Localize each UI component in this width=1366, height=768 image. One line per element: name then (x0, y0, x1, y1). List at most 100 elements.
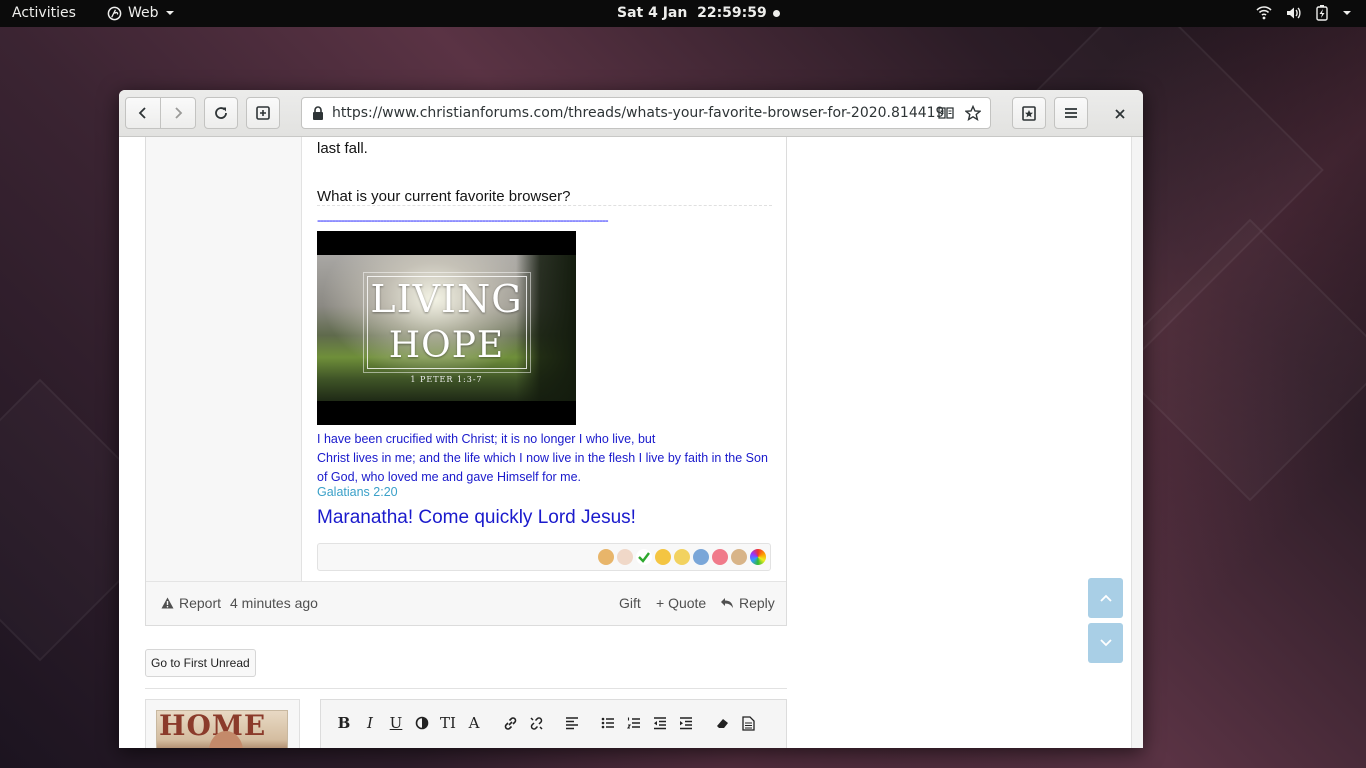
reply-icon (721, 598, 733, 608)
browser-window: https://www.christianforums.com/threads/… (119, 90, 1143, 748)
reload-button[interactable] (204, 97, 238, 129)
back-button[interactable] (125, 97, 161, 129)
reactions-bar (317, 543, 771, 571)
quote-link[interactable]: + Quote (656, 595, 706, 611)
unlink-icon (529, 716, 543, 730)
notification-dot-icon (772, 9, 780, 17)
numbered-list-button[interactable] (621, 710, 647, 736)
reply-label: Reply (739, 595, 775, 611)
indent-button[interactable] (673, 710, 699, 736)
bookmarks-button[interactable] (1012, 97, 1046, 129)
document-icon (741, 715, 755, 731)
lock-icon (313, 106, 323, 120)
app-menu[interactable]: Web (107, 5, 175, 21)
chevron-down-icon (1099, 639, 1112, 647)
warning-icon (161, 597, 174, 609)
arrow-left-icon (138, 107, 146, 119)
bold-button[interactable]: B (331, 710, 357, 736)
clock-text: Sat 4 Jan 22:59:59 (617, 5, 767, 21)
agree-reaction-icon[interactable] (636, 549, 652, 565)
wifi-icon (1256, 6, 1272, 20)
font-family-button[interactable]: A (461, 710, 487, 736)
reader-mode-icon[interactable] (938, 106, 954, 120)
page-scrollbar[interactable] (1131, 137, 1143, 748)
browser-header-bar: https://www.christianforums.com/threads/… (119, 90, 1143, 137)
insert-link-button[interactable] (497, 710, 523, 736)
underline-button[interactable]: U (383, 710, 409, 736)
contrast-icon (415, 716, 429, 730)
prayer-reaction-icon[interactable] (617, 549, 633, 565)
bullet-list-icon (601, 717, 614, 729)
reply-link[interactable]: Reply (720, 595, 775, 611)
italic-button[interactable]: I (357, 710, 383, 736)
reload-icon (215, 107, 227, 119)
eraser-icon (716, 719, 728, 728)
winner-reaction-icon[interactable] (674, 549, 690, 565)
section-divider (145, 688, 787, 689)
clock[interactable]: Sat 4 Jan 22:59:59 (617, 5, 780, 21)
bullet-list-button[interactable] (595, 710, 621, 736)
reply-editor: B I U TI A (320, 699, 787, 748)
app-name: Web (128, 5, 159, 21)
signature-image-verse: 1 PETER 1:3-7 (410, 375, 483, 384)
love-reaction-icon[interactable] (712, 549, 728, 565)
color-button[interactable] (409, 710, 435, 736)
remove-link-button[interactable] (523, 710, 549, 736)
close-icon (1115, 109, 1125, 119)
signature-image: LIVING HOPE 1 PETER 1:3-7 (317, 231, 576, 425)
align-left-icon (566, 717, 578, 730)
signature-text: of God, who loved me and gave Himself fo… (317, 470, 582, 484)
chevron-up-icon (1099, 594, 1112, 602)
align-button[interactable] (559, 710, 585, 736)
url-text: https://www.christianforums.com/threads/… (332, 105, 945, 121)
informative-reaction-icon[interactable] (693, 549, 709, 565)
forward-button[interactable] (160, 97, 196, 129)
activities-button[interactable]: Activities (12, 5, 76, 21)
font-size-button[interactable]: TI (435, 710, 461, 736)
signature-text: Christ lives in me; and the life which I… (317, 451, 768, 465)
web-app-icon (107, 6, 122, 20)
report-link[interactable]: Report (161, 595, 221, 611)
chevron-down-icon (1343, 11, 1351, 15)
volume-icon (1287, 7, 1301, 19)
scroll-to-top-button[interactable] (1088, 578, 1123, 618)
scroll-to-bottom-button[interactable] (1088, 623, 1123, 663)
system-tray[interactable] (1256, 5, 1352, 21)
signature-separator (317, 205, 772, 206)
remove-formatting-button[interactable] (709, 710, 735, 736)
reaction-icons (598, 549, 766, 565)
avatar[interactable]: HOME (156, 710, 288, 748)
signature-dash-line: ----------------------------------------… (317, 213, 609, 227)
outdent-button[interactable] (647, 710, 673, 736)
post-footer: Report 4 minutes ago Gift + Quote Reply (146, 581, 786, 625)
address-bar[interactable]: https://www.christianforums.com/threads/… (301, 97, 991, 129)
forum-post: last fall. What is your current favorite… (145, 137, 787, 626)
rainbow-reaction-icon[interactable] (750, 549, 766, 565)
close-window-button[interactable] (1108, 102, 1132, 126)
new-tab-button[interactable] (246, 97, 280, 129)
page-content[interactable]: last fall. What is your current favorite… (119, 137, 1143, 748)
funny-reaction-icon[interactable] (655, 549, 671, 565)
main-menu-button[interactable] (1054, 97, 1088, 129)
editor-toolbar: B I U TI A (331, 710, 761, 736)
hamburger-menu-icon (1065, 108, 1077, 118)
numbered-list-icon (627, 717, 640, 729)
post-timestamp[interactable]: 4 minutes ago (230, 595, 318, 611)
signature-reference: Galatians 2:20 (317, 485, 398, 499)
useful-reaction-icon[interactable] (731, 549, 747, 565)
gift-link[interactable]: Gift (619, 595, 641, 611)
bookmarks-icon (1022, 106, 1036, 121)
toggle-bbcode-button[interactable] (735, 710, 761, 736)
like-reaction-icon[interactable] (598, 549, 614, 565)
signature-image-title: HOPE (388, 325, 505, 366)
battery-charging-icon (1316, 5, 1328, 21)
reply-avatar-box: HOME (145, 699, 300, 748)
go-to-first-unread-button[interactable]: Go to First Unread (145, 649, 256, 677)
new-tab-icon (256, 106, 270, 120)
chevron-down-icon (165, 11, 174, 15)
signature-image-title: LIVING (370, 277, 523, 321)
bookmark-star-icon[interactable] (965, 105, 981, 121)
link-icon (504, 716, 516, 730)
arrow-right-icon (175, 107, 183, 119)
outdent-icon (654, 717, 666, 730)
